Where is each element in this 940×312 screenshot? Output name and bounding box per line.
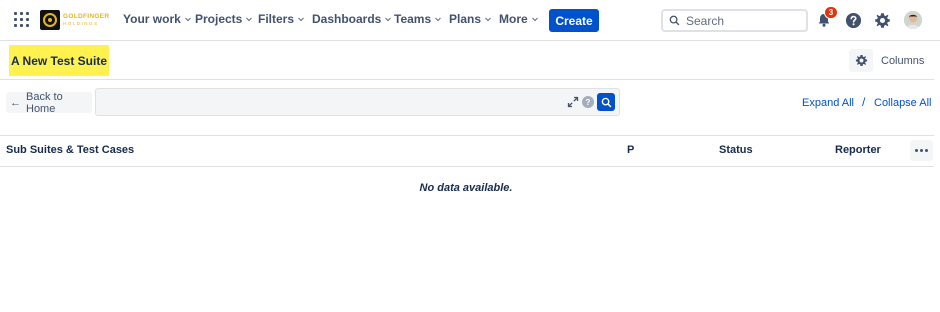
nav-projects[interactable]: Projects — [195, 12, 253, 26]
test-suite-title: A New Test Suite — [9, 45, 109, 76]
notification-count-badge: 3 — [824, 6, 838, 19]
logo-text-line2: HOLDINGS — [63, 20, 99, 26]
column-header-priority[interactable]: P — [627, 144, 634, 156]
chevron-down-icon — [531, 17, 538, 22]
nav-label: Filters — [258, 12, 295, 26]
divider — [0, 135, 934, 136]
app-switcher-icon[interactable] — [12, 10, 32, 30]
logo-emblem-icon — [40, 10, 60, 30]
divider — [0, 166, 934, 167]
chevron-down-icon — [385, 17, 392, 22]
expand-all-link[interactable]: Expand All — [802, 97, 854, 109]
nav-label: Teams — [394, 12, 432, 26]
more-options-icon[interactable] — [910, 140, 933, 161]
column-settings-button[interactable] — [849, 49, 873, 72]
nav-label: Your work — [123, 12, 181, 26]
nav-your-work[interactable]: Your work — [123, 12, 192, 26]
column-header-reporter[interactable]: Reporter — [835, 144, 881, 156]
help-icon[interactable] — [843, 10, 863, 30]
back-to-home-button[interactable]: ← Back to Home — [6, 90, 92, 115]
nav-label: Plans — [449, 12, 482, 26]
empty-table-message: No data available. — [419, 182, 513, 194]
search-icon — [601, 97, 611, 107]
collapse-all-link[interactable]: Collapse All — [874, 97, 931, 109]
link-separator: / — [862, 95, 866, 109]
chevron-down-icon — [184, 17, 191, 22]
nav-dashboards[interactable]: Dashboards — [312, 12, 392, 26]
avatar[interactable] — [904, 11, 922, 29]
filter-input[interactable] — [102, 94, 562, 110]
chevron-down-icon — [298, 17, 304, 22]
run-search-button[interactable] — [597, 93, 615, 111]
filter-query-field[interactable] — [95, 88, 620, 116]
create-button[interactable]: Create — [549, 9, 599, 32]
nav-filters[interactable]: Filters — [258, 12, 305, 26]
nav-label: More — [499, 12, 528, 26]
column-header-status[interactable]: Status — [719, 144, 753, 156]
arrow-left-icon: ← — [10, 96, 21, 109]
column-header-sub-suites[interactable]: Sub Suites & Test Cases — [6, 144, 134, 156]
nav-label: Dashboards — [312, 12, 382, 26]
back-label: Back to Home — [26, 90, 63, 115]
global-search-field[interactable] — [661, 9, 808, 32]
search-input[interactable] — [686, 13, 796, 28]
columns-button[interactable]: Columns — [881, 55, 924, 67]
gear-icon — [855, 54, 867, 67]
chevron-down-icon — [246, 17, 253, 22]
top-navigation-bar: GOLDFINGER HOLDINGS Your work Projects F… — [0, 0, 940, 41]
logo-text-line1: GOLDFINGER — [63, 13, 110, 20]
gear-icon[interactable] — [872, 10, 892, 30]
brand-logo[interactable]: GOLDFINGER HOLDINGS — [40, 10, 109, 30]
expand-editor-icon[interactable] — [567, 96, 579, 108]
query-help-icon[interactable]: ? — [582, 96, 594, 108]
search-icon — [669, 15, 680, 26]
nav-label: Projects — [195, 12, 243, 26]
nav-teams[interactable]: Teams — [394, 12, 442, 26]
chevron-down-icon — [485, 17, 491, 22]
nav-more[interactable]: More — [499, 12, 539, 26]
divider — [0, 79, 934, 80]
nav-plans[interactable]: Plans — [449, 12, 492, 26]
chevron-down-icon — [435, 17, 442, 22]
